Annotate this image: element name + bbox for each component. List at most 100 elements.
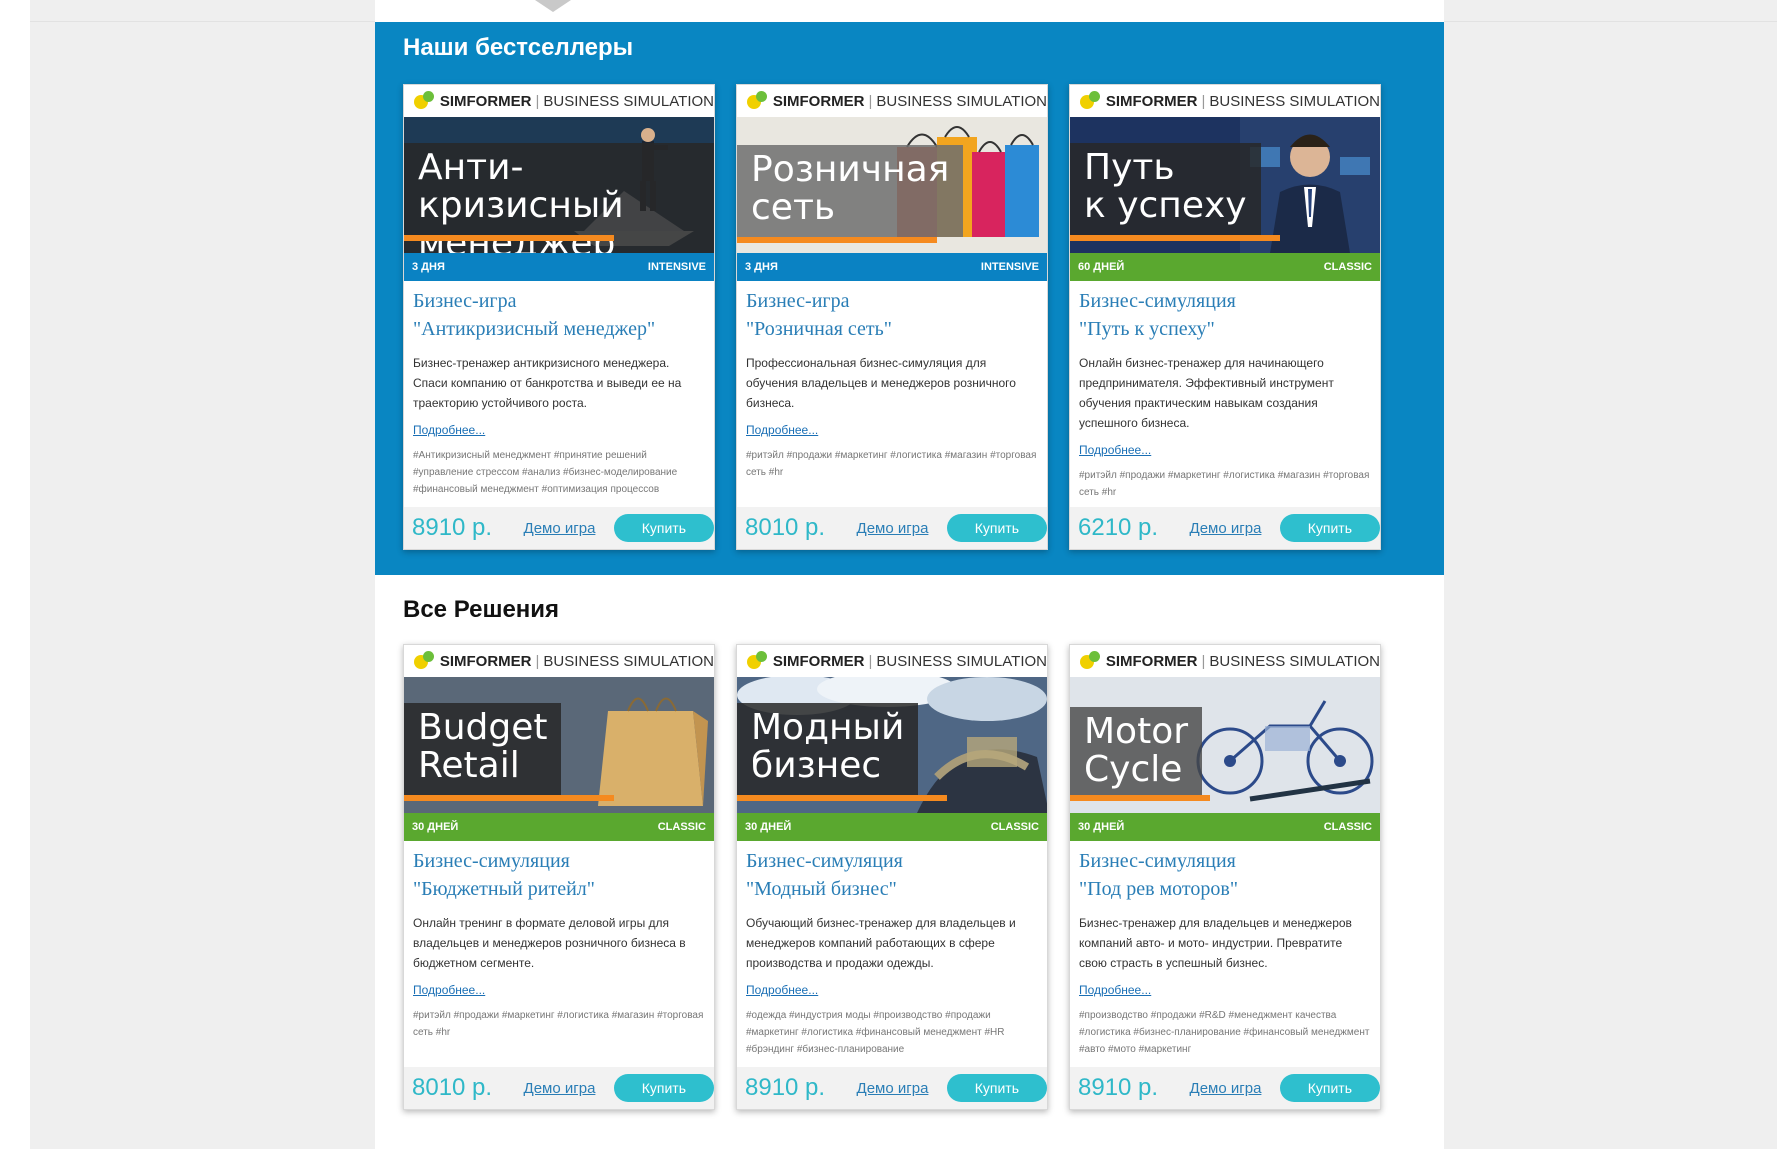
image-accent-bar — [404, 795, 614, 801]
product-card[interactable]: SIMFORMER | BUSINESS SIMULATION Анти-кри… — [403, 84, 715, 550]
buy-button[interactable]: Купить — [613, 1074, 714, 1102]
product-card[interactable]: SIMFORMER | BUSINESS SIMULATION Budget R… — [403, 644, 715, 1110]
buy-button[interactable]: Купить — [946, 514, 1047, 542]
product-title-line2[interactable]: "Бюджетный ритейл" — [413, 875, 705, 903]
product-title-line1[interactable]: Бизнес-игра — [746, 287, 1038, 315]
product-tags: #ритэйл #продажи #маркетинг #логистика #… — [413, 1010, 704, 1038]
brand-separator: | — [868, 652, 873, 670]
product-title-line1[interactable]: Бизнес-симуляция — [1079, 847, 1371, 875]
format-ribbon: 30 ДНЕЙ CLASSIC — [404, 813, 714, 841]
demo-link[interactable]: Демо игра — [515, 520, 603, 537]
product-title[interactable]: Бизнес-симуляция "Путь к успеху" — [1079, 287, 1371, 343]
image-title: Путь к успеху — [1070, 143, 1261, 235]
duration-label: 30 ДНЕЙ — [1078, 821, 1125, 833]
more-link[interactable]: Подробнее... — [413, 423, 485, 437]
product-title-line2[interactable]: "Антикризисный менеджер" — [413, 315, 705, 343]
brand-subtitle: BUSINESS SIMULATION — [1209, 92, 1380, 110]
price: 8910 р. — [412, 514, 493, 541]
image-title-line1: Путь — [1084, 147, 1175, 188]
product-description: Обучающий бизнес-тренажер для владельцев… — [746, 916, 1016, 970]
card-footer: 8010 р. Демо игра Купить — [737, 507, 1047, 549]
image-title-line2: сеть — [751, 187, 836, 228]
format-ribbon: 3 ДНЯ INTENSIVE — [737, 253, 1047, 281]
price: 8010 р. — [745, 514, 826, 541]
brand-name: SIMFORMER — [439, 92, 532, 110]
format-label: INTENSIVE — [647, 261, 706, 273]
simformer-logo-icon — [414, 651, 435, 671]
brand-separator: | — [535, 92, 540, 110]
demo-link[interactable]: Демо игра — [1181, 1080, 1269, 1097]
image-title-line1: Розничная — [751, 149, 950, 190]
demo-link[interactable]: Демо игра — [1181, 520, 1269, 537]
product-description: Бизнес-тренажер для владельцев и менедже… — [1079, 916, 1352, 970]
page-background-left — [30, 0, 375, 1149]
product-title[interactable]: Бизнес-симуляция "Бюджетный ритейл" — [413, 847, 705, 903]
demo-link[interactable]: Демо игра — [515, 1080, 603, 1097]
product-card[interactable]: SIMFORMER | BUSINESS SIMULATION Модный б… — [736, 644, 1048, 1110]
product-title[interactable]: Бизнес-симуляция "Модный бизнес" — [746, 847, 1038, 903]
buy-button[interactable]: Купить — [1279, 514, 1380, 542]
brand-separator: | — [868, 92, 873, 110]
more-link[interactable]: Подробнее... — [1079, 443, 1151, 457]
product-title[interactable]: Бизнес-игра "Розничная сеть" — [746, 287, 1038, 343]
image-title-line2: Retail — [418, 745, 520, 786]
simformer-logo-icon — [747, 91, 768, 111]
product-title-line2[interactable]: "Розничная сеть" — [746, 315, 1038, 343]
format-ribbon: 30 ДНЕЙ CLASSIC — [1070, 813, 1380, 841]
product-card[interactable]: SIMFORMER | BUSINESS SIMULATION Motor Cy… — [1069, 644, 1381, 1110]
brand-subtitle: BUSINESS SIMULATION — [876, 92, 1047, 110]
simformer-logo-icon — [747, 651, 768, 671]
more-link[interactable]: Подробнее... — [1079, 983, 1151, 997]
more-link[interactable]: Подробнее... — [413, 983, 485, 997]
product-description: Бизнес-тренажер антикризисного менеджера… — [413, 356, 682, 410]
format-ribbon: 60 ДНЕЙ CLASSIC — [1070, 253, 1380, 281]
image-title-line1: Модный — [751, 707, 905, 748]
product-image[interactable]: Розничная сеть — [737, 117, 1047, 253]
product-title[interactable]: Бизнес-игра "Антикризисный менеджер" — [413, 287, 705, 343]
product-tags: #Антикризисный менеджмент #принятие реше… — [413, 450, 678, 495]
image-title-line1: Анти-кризисный — [418, 147, 624, 226]
image-title-line2: бизнес — [751, 745, 882, 786]
product-title-line2[interactable]: "Путь к успеху" — [1079, 315, 1371, 343]
product-title[interactable]: Бизнес-симуляция "Под рев моторов" — [1079, 847, 1371, 903]
product-title-line1[interactable]: Бизнес-симуляция — [413, 847, 705, 875]
price: 6210 р. — [1078, 514, 1159, 541]
demo-link[interactable]: Демо игра — [848, 520, 936, 537]
product-title-line1[interactable]: Бизнес-симуляция — [746, 847, 1038, 875]
image-accent-bar — [1070, 235, 1280, 241]
more-link[interactable]: Подробнее... — [746, 423, 818, 437]
product-image[interactable]: Motor Cycle — [1070, 677, 1380, 813]
image-title: Budget Retail — [404, 703, 562, 795]
more-link[interactable]: Подробнее... — [746, 983, 818, 997]
product-card[interactable]: SIMFORMER | BUSINESS SIMULATION Путь к у… — [1069, 84, 1381, 550]
demo-link[interactable]: Демо игра — [848, 1080, 936, 1097]
product-title-line2[interactable]: "Под рев моторов" — [1079, 875, 1371, 903]
image-title: Розничная сеть — [737, 145, 964, 237]
product-title-line1[interactable]: Бизнес-симуляция — [1079, 287, 1371, 315]
image-accent-bar — [737, 795, 947, 801]
product-image[interactable]: Анти-кризисный менеджер — [404, 117, 714, 253]
brand-name: SIMFORMER — [772, 652, 865, 670]
duration-label: 30 ДНЕЙ — [412, 821, 459, 833]
product-tags: #одежда #индустрия моды #производство #п… — [746, 1010, 1005, 1055]
product-image[interactable]: Модный бизнес — [737, 677, 1047, 813]
card-footer: 8910 р. Демо игра Купить — [404, 507, 714, 549]
product-tags: #ритэйл #продажи #маркетинг #логистика #… — [1079, 470, 1370, 498]
card-footer: 8910 р. Демо игра Купить — [737, 1067, 1047, 1109]
product-title-line2[interactable]: "Модный бизнес" — [746, 875, 1038, 903]
card-body: Бизнес-симуляция "Модный бизнес" Обучающ… — [737, 841, 1047, 1058]
brand-subtitle: BUSINESS SIMULATION — [1209, 652, 1380, 670]
brand-subtitle: BUSINESS SIMULATION — [876, 652, 1047, 670]
brand-header: SIMFORMER | BUSINESS SIMULATION — [404, 85, 714, 117]
image-accent-bar — [404, 235, 614, 241]
buy-button[interactable]: Купить — [1279, 1074, 1380, 1102]
product-image[interactable]: Путь к успеху — [1070, 117, 1380, 253]
buy-button[interactable]: Купить — [613, 514, 714, 542]
product-card[interactable]: SIMFORMER | BUSINESS SIMULATION Рознична… — [736, 84, 1048, 550]
format-ribbon: 30 ДНЕЙ CLASSIC — [737, 813, 1047, 841]
product-image[interactable]: Budget Retail — [404, 677, 714, 813]
buy-button[interactable]: Купить — [946, 1074, 1047, 1102]
card-body: Бизнес-симуляция "Бюджетный ритейл" Онла… — [404, 841, 714, 1041]
card-body: Бизнес-симуляция "Под рев моторов" Бизне… — [1070, 841, 1380, 1058]
product-title-line1[interactable]: Бизнес-игра — [413, 287, 705, 315]
